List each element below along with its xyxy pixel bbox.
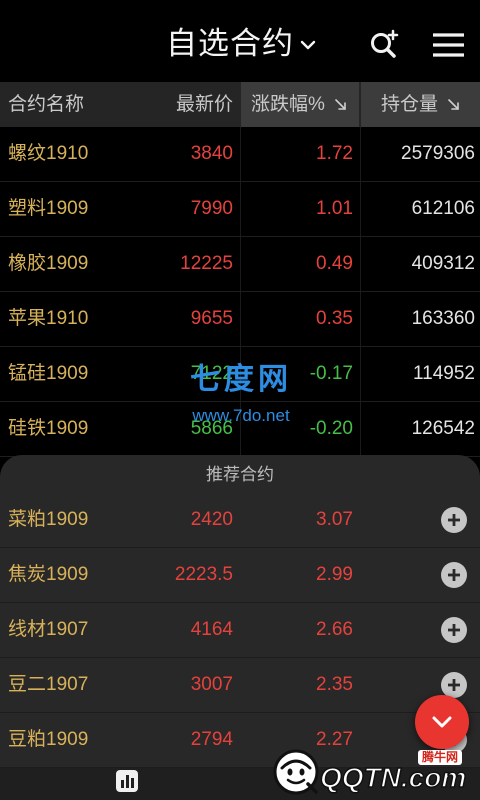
change-percent: 2.99	[316, 564, 353, 585]
last-price: 2223.5	[174, 564, 233, 585]
add-contract-search-button[interactable]	[366, 27, 400, 61]
change-percent: 1.01	[316, 198, 353, 219]
open-interest: 612106	[411, 198, 475, 219]
chart-tab-button[interactable]	[115, 769, 139, 793]
contract-name: 锰硅1909	[8, 363, 89, 384]
last-price: 7990	[190, 198, 233, 219]
plus-circle-icon	[441, 507, 467, 533]
recommended-title: 推荐合约	[206, 465, 274, 484]
recommended-row[interactable]: 豆粕1909 2794 2.27	[0, 713, 480, 768]
contract-name: 橡胶1909	[8, 253, 89, 274]
watchlist-table: 螺纹1910 3840 1.72 2579306 塑料1909 7990 1.0…	[0, 127, 480, 457]
contract-name: 焦炭1909	[8, 564, 89, 585]
column-header-open-interest[interactable]: 持仓量	[361, 82, 480, 127]
contract-name: 豆二1907	[8, 674, 89, 695]
hamburger-menu-icon	[433, 33, 464, 57]
last-price: 5866	[190, 418, 233, 439]
last-price: 2794	[190, 729, 233, 750]
change-percent: 0.49	[316, 253, 353, 274]
last-price: 3007	[190, 674, 233, 695]
add-to-watchlist-button[interactable]	[441, 562, 467, 588]
last-price: 2420	[190, 509, 233, 530]
last-price: 3840	[190, 143, 233, 164]
watchlist-row[interactable]: 苹果1910 9655 0.35 163360	[0, 292, 480, 347]
open-interest: 2579306	[401, 143, 475, 164]
chevron-down-icon	[300, 40, 316, 50]
last-price: 9655	[190, 308, 233, 329]
top-bar: 自选合约	[0, 0, 480, 80]
chevron-down-icon	[432, 716, 452, 728]
contract-name: 菜粕1909	[8, 509, 89, 530]
change-percent: 2.66	[316, 619, 353, 640]
recommended-panel: 推荐合约 菜粕1909 2420 3.07 焦炭1909 2223.5 2.99	[0, 455, 480, 800]
page-title: 自选合约	[166, 26, 294, 61]
plus-circle-icon	[441, 562, 467, 588]
bar-chart-icon	[116, 770, 138, 792]
change-percent: 2.27	[316, 729, 353, 750]
collapse-fab-button[interactable]	[415, 695, 469, 749]
watchlist-row[interactable]: 锰硅1909 7122 -0.17 114952	[0, 347, 480, 402]
contract-name: 苹果1910	[8, 308, 89, 329]
column-header-row: 合约名称 最新价 涨跌幅% 持仓量	[0, 82, 480, 127]
last-price: 12225	[180, 253, 233, 274]
contract-name: 螺纹1910	[8, 143, 89, 164]
add-to-watchlist-button[interactable]	[441, 507, 467, 533]
contract-name: 豆粕1909	[8, 729, 89, 750]
watchlist-selector[interactable]: 自选合约	[166, 22, 316, 66]
open-interest: 114952	[413, 363, 475, 384]
watchlist-row[interactable]: 塑料1909 7990 1.01 612106	[0, 182, 480, 237]
change-percent: 2.35	[316, 674, 353, 695]
open-interest: 163360	[411, 308, 475, 329]
change-percent: 3.07	[316, 509, 353, 530]
contract-name: 塑料1909	[8, 198, 89, 219]
change-percent: 0.35	[316, 308, 353, 329]
open-interest: 409312	[411, 253, 475, 274]
open-interest: 126542	[411, 418, 475, 439]
bottom-bar	[0, 768, 480, 800]
add-to-watchlist-button[interactable]	[441, 672, 467, 698]
column-header-last-price: 最新价	[175, 94, 233, 115]
sort-descending-icon	[335, 99, 346, 110]
change-percent: 1.72	[316, 143, 353, 164]
recommended-list: 菜粕1909 2420 3.07 焦炭1909 2223.5 2.99 线材19…	[0, 493, 480, 768]
recommended-row[interactable]: 菜粕1909 2420 3.07	[0, 493, 480, 548]
plus-circle-icon	[441, 617, 467, 643]
watchlist-row[interactable]: 硅铁1909 5866 -0.20 126542	[0, 402, 480, 457]
contract-name: 硅铁1909	[8, 418, 89, 439]
change-percent: -0.17	[309, 363, 353, 384]
search-plus-icon	[371, 29, 399, 58]
column-header-label: 涨跌幅%	[251, 94, 325, 115]
add-to-watchlist-button[interactable]	[441, 617, 467, 643]
last-price: 4164	[190, 619, 233, 640]
app-screen: 自选合约 合约名称 最新价 涨跌幅% 持仓量 螺纹1910 3840 1.72 …	[0, 0, 480, 800]
menu-button[interactable]	[432, 32, 466, 58]
last-price: 7122	[190, 363, 233, 384]
plus-circle-icon	[441, 672, 467, 698]
column-header-change-percent[interactable]: 涨跌幅%	[241, 82, 359, 127]
change-percent: -0.20	[309, 418, 353, 439]
column-header-contract-name: 合约名称	[8, 94, 85, 115]
sort-descending-icon	[448, 99, 459, 110]
recommended-row[interactable]: 豆二1907 3007 2.35	[0, 658, 480, 713]
watchlist-row[interactable]: 螺纹1910 3840 1.72 2579306	[0, 127, 480, 182]
watchlist-row[interactable]: 橡胶1909 12225 0.49 409312	[0, 237, 480, 292]
contract-name: 线材1907	[8, 619, 89, 640]
recommended-row[interactable]: 焦炭1909 2223.5 2.99	[0, 548, 480, 603]
recommended-row[interactable]: 线材1907 4164 2.66	[0, 603, 480, 658]
column-header-label: 持仓量	[381, 94, 439, 115]
